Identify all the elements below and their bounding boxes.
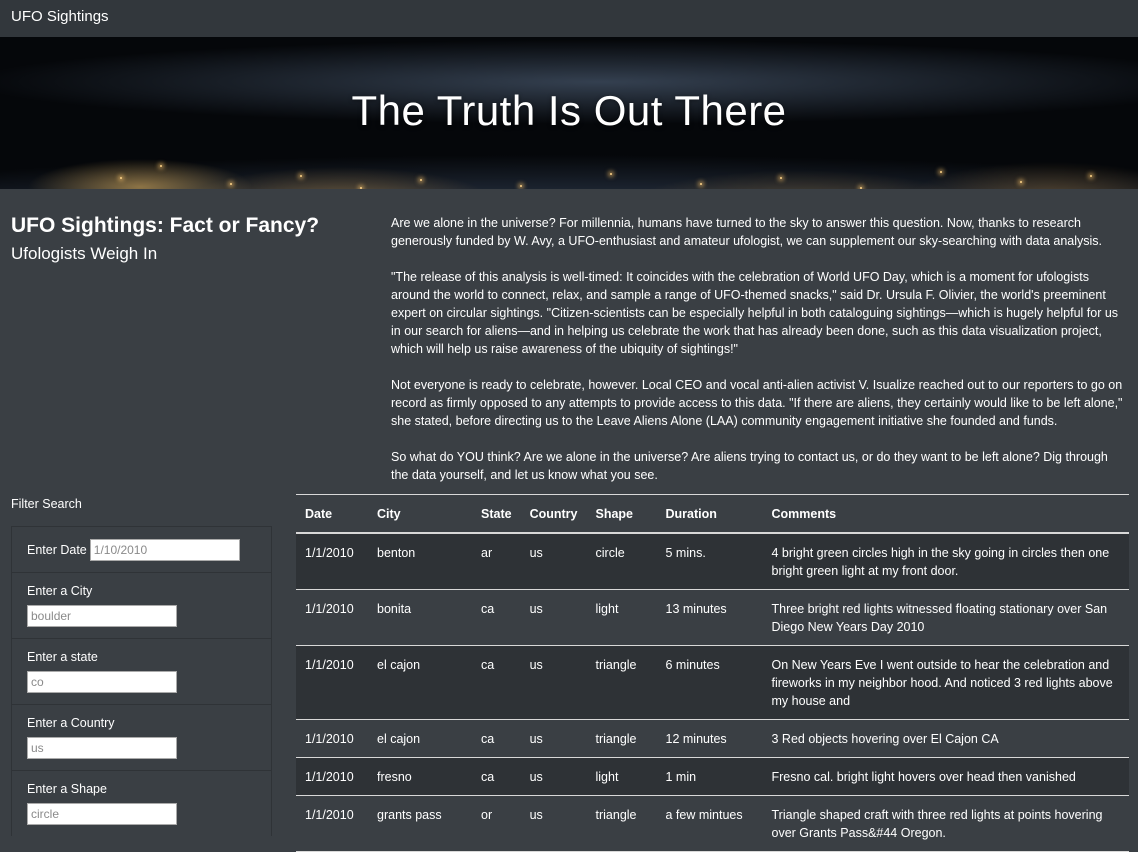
intro-subtitle: Ufologists Weigh In: [11, 244, 158, 263]
cell-state: ca: [472, 645, 521, 720]
cell-country: us: [520, 589, 587, 646]
country-label: Enter a Country: [27, 716, 115, 730]
header-duration: Duration: [656, 494, 763, 534]
cell-state: ca: [472, 719, 521, 758]
date-label: Enter Date: [27, 542, 87, 557]
hero-title: The Truth Is Out There: [351, 87, 787, 134]
cell-shape: triangle: [586, 795, 657, 852]
cell-state: ar: [472, 533, 521, 590]
cell-date: 1/1/2010: [296, 719, 368, 758]
cell-shape: triangle: [586, 719, 657, 758]
hero-banner: The Truth Is Out There: [0, 37, 1138, 189]
table-header-row: Date City State Country Shape Duration C…: [296, 494, 1129, 534]
filter-state: Enter a state: [11, 638, 272, 704]
cell-shape: circle: [586, 533, 657, 590]
cell-comments: On New Years Eve I went outside to hear …: [762, 645, 1129, 720]
table-row: 1/1/2010 el cajon ca us triangle 6 minut…: [296, 645, 1129, 720]
ufo-table-container: Date City State Country Shape Duration C…: [296, 494, 1129, 852]
cell-comments: Triangle shaped craft with three red lig…: [762, 795, 1129, 852]
cell-city: grants pass: [368, 795, 472, 852]
ufo-table: Date City State Country Shape Duration C…: [296, 494, 1129, 852]
filter-search-heading: Filter Search: [11, 497, 82, 511]
filter-country: Enter a Country: [11, 704, 272, 770]
table-row: 1/1/2010 fresno ca us light 1 min Fresno…: [296, 757, 1129, 796]
cell-comments: 4 bright green circles high in the sky g…: [762, 533, 1129, 590]
cell-city: fresno: [368, 757, 472, 796]
cell-city: el cajon: [368, 645, 472, 720]
cell-country: us: [520, 757, 587, 796]
header-country: Country: [520, 494, 587, 534]
cell-date: 1/1/2010: [296, 757, 368, 796]
cell-state: or: [472, 795, 521, 852]
table-row: 1/1/2010 el cajon ca us triangle 12 minu…: [296, 719, 1129, 758]
cell-country: us: [520, 645, 587, 720]
cell-city: bonita: [368, 589, 472, 646]
article-paragraph: So what do YOU think? Are we alone in th…: [391, 450, 1108, 482]
city-label: Enter a City: [27, 584, 93, 598]
article-paragraph: Are we alone in the universe? For millen…: [391, 216, 1103, 248]
cell-duration: 1 min: [656, 757, 763, 796]
filter-list: Enter Date Enter a City Enter a state En…: [11, 526, 272, 836]
cell-shape: triangle: [586, 645, 657, 720]
cell-shape: light: [586, 589, 657, 646]
cell-country: us: [520, 533, 587, 590]
city-input[interactable]: [27, 605, 177, 627]
navbar: UFO Sightings: [0, 0, 1138, 38]
cell-comments: Three bright red lights witnessed floati…: [762, 589, 1129, 646]
header-date: Date: [296, 494, 368, 534]
intro-title: UFO Sightings: Fact or Fancy?: [11, 214, 320, 237]
cell-date: 1/1/2010: [296, 645, 368, 720]
cell-duration: a few mintues: [656, 795, 763, 852]
cell-state: ca: [472, 757, 521, 796]
shape-label: Enter a Shape: [27, 782, 107, 796]
filter-city: Enter a City: [11, 572, 272, 638]
cell-duration: 5 mins.: [656, 533, 763, 590]
header-state: State: [472, 494, 521, 534]
header-comments: Comments: [762, 494, 1129, 534]
article-paragraph: "The release of this analysis is well-ti…: [391, 270, 1119, 356]
date-input[interactable]: [89, 538, 240, 561]
article-paragraph: Not everyone is ready to celebrate, howe…: [391, 378, 1123, 428]
cell-comments: Fresno cal. bright light hovers over hea…: [762, 757, 1129, 796]
state-label: Enter a state: [27, 650, 98, 664]
table-row: 1/1/2010 benton ar us circle 5 mins. 4 b…: [296, 533, 1129, 590]
header-shape: Shape: [586, 494, 657, 534]
table-row: 1/1/2010 bonita ca us light 13 minutes T…: [296, 589, 1129, 646]
table-row: 1/1/2010 grants pass or us triangle a fe…: [296, 795, 1129, 852]
filter-date: Enter Date: [11, 526, 272, 572]
cell-state: ca: [472, 589, 521, 646]
cell-city: el cajon: [368, 719, 472, 758]
cell-shape: light: [586, 757, 657, 796]
cell-date: 1/1/2010: [296, 795, 368, 852]
article-text: Are we alone in the universe? For millen…: [391, 214, 1127, 502]
cell-duration: 6 minutes: [656, 645, 763, 720]
cell-country: us: [520, 719, 587, 758]
filter-shape: Enter a Shape: [11, 770, 272, 836]
state-input[interactable]: [27, 671, 177, 693]
cell-date: 1/1/2010: [296, 589, 368, 646]
header-city: City: [368, 494, 472, 534]
shape-input[interactable]: [27, 803, 177, 825]
cell-comments: 3 Red objects hovering over El Cajon CA: [762, 719, 1129, 758]
cell-duration: 13 minutes: [656, 589, 763, 646]
cell-city: benton: [368, 533, 472, 590]
navbar-brand[interactable]: UFO Sightings: [11, 8, 109, 25]
cell-date: 1/1/2010: [296, 533, 368, 590]
country-input[interactable]: [27, 737, 177, 759]
cell-duration: 12 minutes: [656, 719, 763, 758]
cell-country: us: [520, 795, 587, 852]
